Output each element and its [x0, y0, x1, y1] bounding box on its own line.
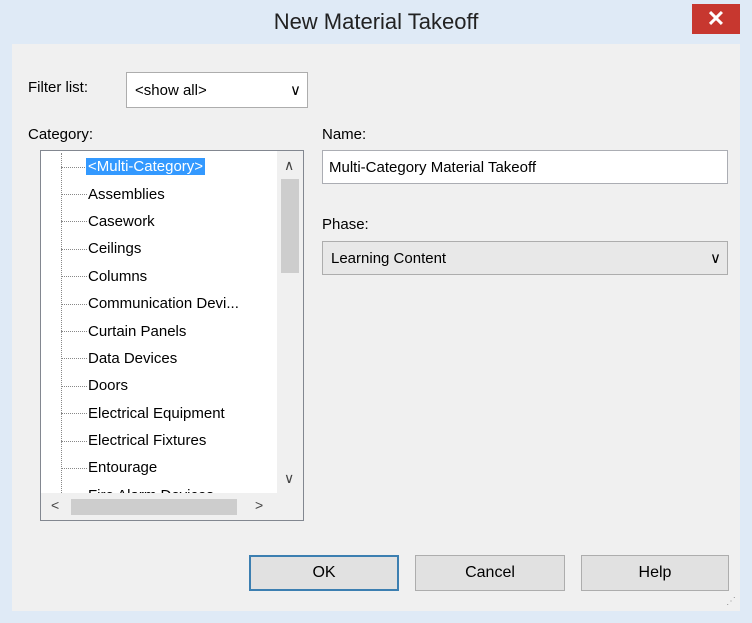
ok-button[interactable]: OK: [249, 555, 399, 591]
category-items: <Multi-Category> Assemblies Casework Ceilin…: [41, 153, 277, 510]
name-input-value: Multi-Category Material Takeoff: [329, 158, 537, 176]
category-item-label: Columns: [88, 267, 148, 285]
filter-list-label: Filter list:: [28, 79, 88, 96]
scroll-right-icon[interactable]: >: [255, 497, 263, 513]
close-icon: ✕: [706, 6, 726, 31]
horizontal-scroll-thumb[interactable]: [71, 499, 237, 515]
title-bar[interactable]: New Material Takeoff ✕: [0, 0, 752, 44]
category-item-label: Ceilings: [88, 240, 142, 258]
tree-connector: [61, 467, 87, 469]
chevron-down-icon: ∨: [710, 250, 721, 267]
category-tree[interactable]: <Multi-Category> Assemblies Casework Ceilin…: [40, 150, 304, 521]
help-button[interactable]: Help: [581, 555, 729, 591]
tree-connector: [61, 303, 87, 305]
category-item[interactable]: Columns: [41, 263, 277, 290]
new-material-takeoff-dialog: New Material Takeoff ✕ Filter list: <sho…: [0, 0, 752, 623]
cancel-button[interactable]: Cancel: [415, 555, 565, 591]
resize-grip-icon[interactable]: ⋰: [726, 596, 736, 607]
window-title: New Material Takeoff: [273, 9, 479, 34]
phase-select[interactable]: Learning Content ∨: [322, 241, 728, 275]
category-label: Category:: [28, 126, 94, 143]
category-item[interactable]: Electrical Equipment: [41, 400, 277, 427]
category-item[interactable]: Data Devices: [41, 345, 277, 372]
tree-connector: [61, 413, 87, 415]
dialog-body: Filter list: <show all> ∨ Category: <Mul…: [12, 44, 740, 611]
close-button[interactable]: ✕: [692, 4, 740, 34]
chevron-down-icon: ∨: [290, 82, 301, 99]
category-item[interactable]: Entourage: [41, 454, 277, 481]
scroll-left-icon[interactable]: <: [51, 497, 59, 513]
tree-connector: [61, 440, 87, 442]
scroll-up-icon[interactable]: ∧: [284, 157, 294, 174]
category-item-label: <Multi-Category>: [86, 158, 206, 176]
tree-connector: [61, 166, 87, 168]
category-item-label: Communication Devi...: [88, 295, 239, 313]
category-item[interactable]: Doors: [41, 372, 277, 399]
name-input[interactable]: Multi-Category Material Takeoff: [322, 150, 728, 184]
category-item-label: Electrical Fixtures: [88, 432, 207, 450]
category-item-label: Curtain Panels: [88, 322, 187, 340]
phase-value: Learning Content: [331, 249, 447, 267]
category-item-label: Assemblies: [88, 185, 165, 203]
category-vertical-scrollbar[interactable]: ∧ ∨: [277, 151, 303, 493]
category-item-label: Doors: [88, 377, 129, 395]
scrollbar-corner: [277, 493, 303, 520]
scroll-down-icon[interactable]: ∨: [284, 470, 294, 487]
category-item-label: Data Devices: [88, 349, 178, 367]
tree-connector: [61, 248, 87, 250]
category-item[interactable]: Ceilings: [41, 235, 277, 262]
category-item[interactable]: Communication Devi...: [41, 290, 277, 317]
tree-connector: [61, 385, 87, 387]
tree-connector: [61, 276, 87, 278]
category-item[interactable]: Casework: [41, 208, 277, 235]
category-item[interactable]: <Multi-Category>: [41, 153, 277, 180]
category-item[interactable]: Curtain Panels: [41, 317, 277, 344]
category-horizontal-scrollbar[interactable]: < >: [41, 493, 277, 520]
category-item-label: Casework: [88, 212, 155, 230]
tree-connector: [61, 221, 87, 223]
tree-connector: [61, 331, 87, 333]
phase-label: Phase:: [322, 216, 369, 233]
tree-connector: [61, 358, 87, 360]
category-item[interactable]: Electrical Fixtures: [41, 427, 277, 454]
category-item-label: Entourage: [88, 459, 158, 477]
vertical-scroll-thumb[interactable]: [281, 179, 299, 273]
filter-list-value: <show all>: [135, 81, 207, 99]
name-label: Name:: [322, 126, 367, 143]
category-item[interactable]: Assemblies: [41, 180, 277, 207]
category-item-label: Electrical Equipment: [88, 404, 225, 422]
filter-list-select[interactable]: <show all> ∨: [126, 72, 308, 108]
tree-connector: [61, 194, 87, 196]
